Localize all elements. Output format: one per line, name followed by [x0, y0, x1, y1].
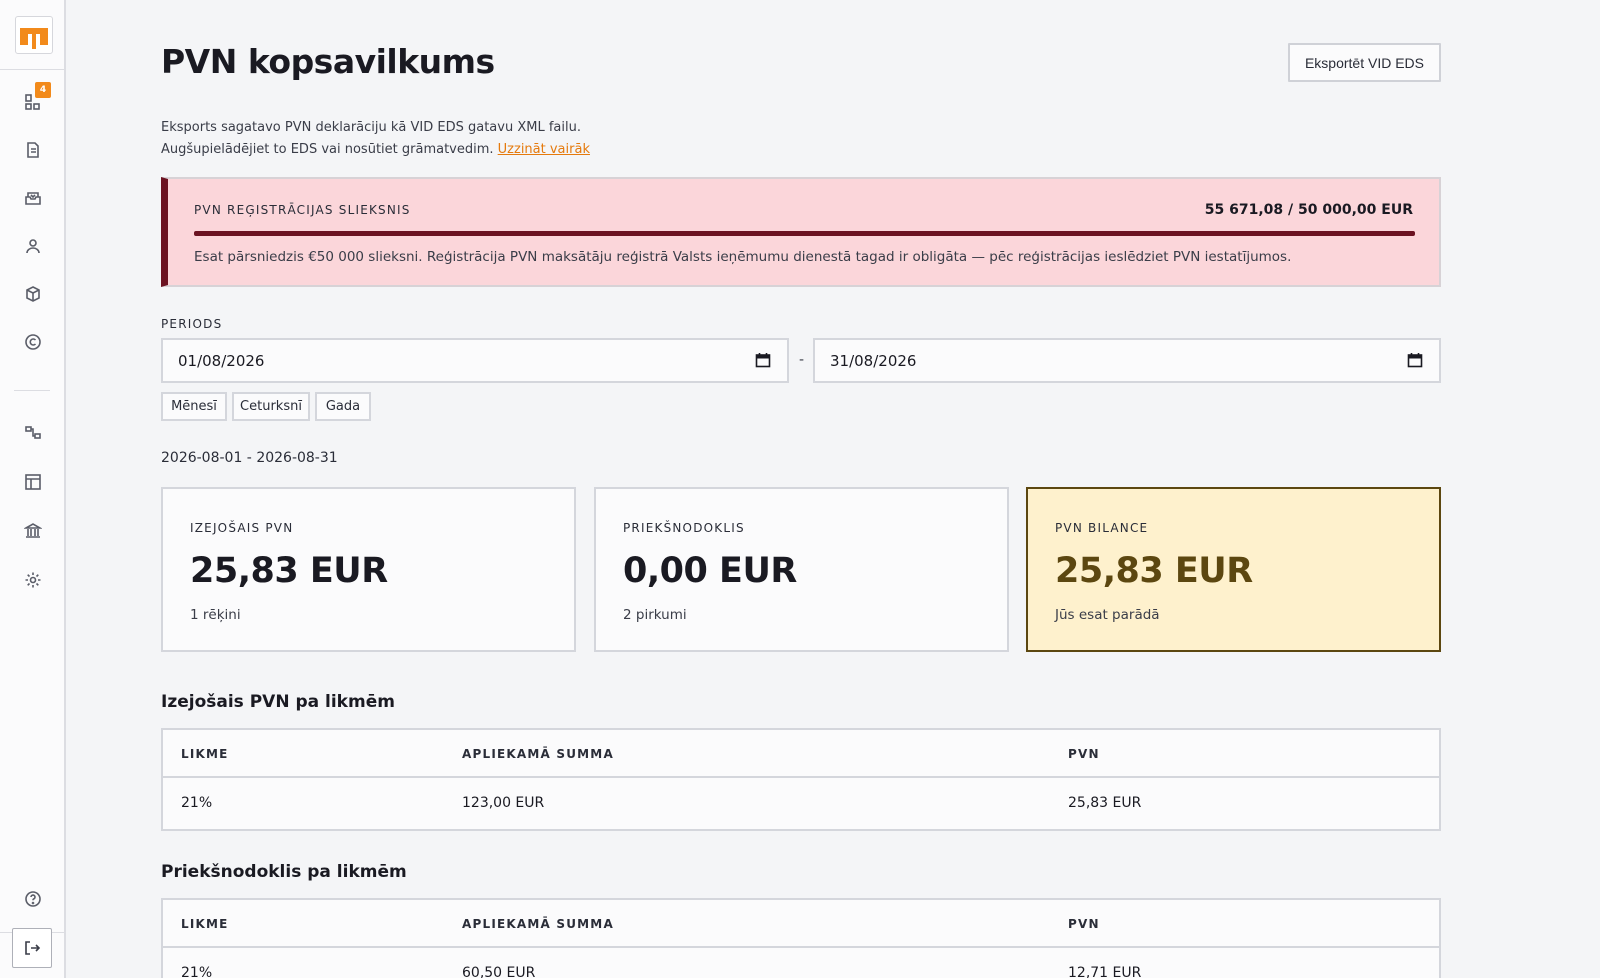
sidebar-item-bank[interactable] — [21, 519, 45, 543]
input-vat-card: PRIEKŠNODOKLIS 0,00 EUR 2 pirkumi — [594, 487, 1009, 652]
period-chip-month[interactable]: Mēnesī — [161, 392, 227, 421]
column-header-rate: LIKME — [181, 747, 229, 761]
intro-text: Eksports sagatavo PVN deklarāciju kā VID… — [161, 117, 590, 161]
table-row: 21% 60,50 EUR 12,71 EUR — [163, 948, 1439, 978]
export-vid-eds-button[interactable]: Eksportēt VID EDS — [1288, 43, 1441, 82]
connections-icon — [25, 426, 41, 439]
card-subtext: 2 pirkumi — [623, 607, 687, 623]
intro-line-1: Eksports sagatavo PVN deklarāciju kā VID… — [161, 120, 581, 135]
card-value: 25,83 EUR — [190, 551, 388, 591]
vat-balance-card: PVN BILANCE 25,83 EUR Jūs esat parādā — [1026, 487, 1441, 652]
help-button[interactable] — [21, 887, 45, 911]
card-value: 0,00 EUR — [623, 551, 797, 591]
bank-icon — [24, 523, 42, 538]
sidebar-item-inbox[interactable] — [21, 186, 45, 210]
output-vat-table: LIKME APLIEKAMĀ SUMMA PVN 21% 123,00 EUR… — [161, 728, 1441, 831]
period-to-input[interactable]: 31/08/2026 — [813, 338, 1441, 383]
notification-badge: 4 — [35, 82, 51, 98]
threshold-progress-bar — [194, 231, 1415, 236]
period-from-value: 01/08/2026 — [178, 351, 265, 370]
threshold-message: Esat pārsniedzis €50 000 slieksni. Reģis… — [194, 249, 1292, 265]
logout-button[interactable] — [12, 928, 52, 968]
card-label: PRIEKŠNODOKLIS — [623, 521, 745, 535]
logout-icon — [25, 941, 41, 955]
page-title: PVN kopsavilkums — [161, 42, 495, 81]
help-icon — [25, 891, 41, 907]
intro-line-2: Augšupielādējiet to EDS vai nosūtiet grā… — [161, 142, 590, 157]
sidebar-item-settings[interactable] — [21, 568, 45, 592]
threshold-label: PVN REĢISTRĀCIJAS SLIEKSNIS — [194, 203, 411, 217]
box-icon — [26, 286, 40, 302]
column-header-vat: PVN — [1068, 917, 1100, 931]
period-from-input[interactable]: 01/08/2026 — [161, 338, 789, 383]
cell-vat: 25,83 EUR — [1068, 795, 1142, 811]
sidebar-item-clients[interactable] — [21, 234, 45, 258]
period-range-text: 2026-08-01 - 2026-08-31 — [161, 450, 338, 466]
table-header: LIKME APLIEKAMĀ SUMMA PVN — [163, 730, 1439, 778]
inbox-icon — [25, 192, 41, 205]
sidebar-item-copyright[interactable] — [21, 330, 45, 354]
cell-rate: 21% — [181, 965, 213, 978]
sidebar-divider — [14, 390, 50, 391]
output-vat-card: IZEJOŠAIS PVN 25,83 EUR 1 rēķini — [161, 487, 576, 652]
period-separator: - — [799, 352, 805, 368]
input-vat-section-title: Priekšnodoklis pa likmēm — [161, 862, 407, 882]
cell-taxable: 123,00 EUR — [462, 795, 545, 811]
period-chip-quarter[interactable]: Ceturksnī — [232, 392, 310, 421]
card-subtext: Jūs esat parādā — [1055, 607, 1160, 623]
card-label: IZEJOŠAIS PVN — [190, 521, 294, 535]
calendar-icon[interactable] — [755, 352, 771, 368]
input-vat-table: LIKME APLIEKAMĀ SUMMA PVN 21% 60,50 EUR … — [161, 898, 1441, 978]
output-vat-section-title: Izejošais PVN pa likmēm — [161, 692, 395, 712]
cell-vat: 12,71 EUR — [1068, 965, 1142, 978]
table-header: LIKME APLIEKAMĀ SUMMA PVN — [163, 900, 1439, 948]
document-icon — [27, 142, 39, 158]
sidebar: 4 — [0, 0, 66, 978]
period-chip-year[interactable]: Gada — [315, 392, 371, 421]
cell-taxable: 60,50 EUR — [462, 965, 536, 978]
column-header-taxable: APLIEKAMĀ SUMMA — [462, 747, 614, 761]
sidebar-item-invoices[interactable] — [21, 138, 45, 162]
learn-more-link[interactable]: Uzzināt vairāk — [498, 142, 590, 157]
card-value: 25,83 EUR — [1055, 551, 1253, 591]
column-header-rate: LIKME — [181, 917, 229, 931]
period-label: PERIODS — [161, 317, 223, 331]
threshold-amount: 55 671,08 / 50 000,00 EUR — [1204, 202, 1413, 218]
app-logo[interactable] — [15, 16, 53, 54]
sidebar-divider — [0, 69, 64, 70]
cell-rate: 21% — [181, 795, 213, 811]
card-subtext: 1 rēķini — [190, 607, 241, 623]
copyright-icon — [25, 334, 41, 350]
sidebar-item-dashboard[interactable]: 4 — [21, 82, 51, 114]
user-icon — [26, 239, 40, 254]
period-to-value: 31/08/2026 — [830, 351, 917, 370]
threshold-alert: PVN REĢISTRĀCIJAS SLIEKSNIS 55 671,08 / … — [161, 177, 1441, 287]
calendar-icon[interactable] — [1407, 352, 1423, 368]
sidebar-item-integrations[interactable] — [21, 421, 45, 445]
column-header-taxable: APLIEKAMĀ SUMMA — [462, 917, 614, 931]
sidebar-item-products[interactable] — [21, 282, 45, 306]
sidebar-item-templates[interactable] — [21, 470, 45, 494]
layout-icon — [25, 474, 41, 490]
table-row: 21% 123,00 EUR 25,83 EUR — [163, 778, 1439, 829]
column-header-vat: PVN — [1068, 747, 1100, 761]
gear-icon — [25, 572, 41, 588]
card-label: PVN BILANCE — [1055, 521, 1149, 535]
